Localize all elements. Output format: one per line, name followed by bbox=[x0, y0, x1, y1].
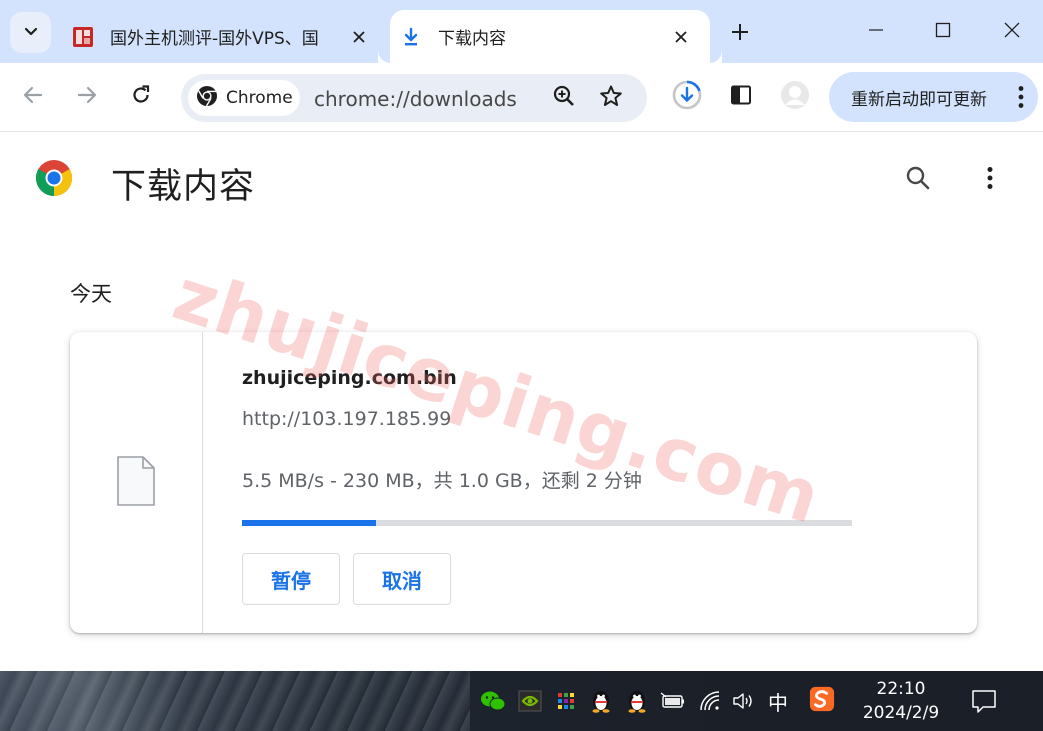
tab-zhujiceping[interactable]: 国外主机测评-国外VPS、国 bbox=[62, 10, 388, 63]
arrow-right-icon bbox=[76, 84, 98, 110]
more-vertical-icon bbox=[987, 166, 993, 194]
file-icon-column bbox=[70, 332, 203, 633]
desktop-wallpaper bbox=[0, 671, 470, 731]
download-progress-bar bbox=[242, 520, 852, 526]
chrome-logo-icon bbox=[196, 85, 218, 112]
search-icon bbox=[905, 165, 931, 195]
chevron-down-icon bbox=[23, 23, 39, 43]
zoom-button[interactable] bbox=[548, 82, 580, 114]
system-clock[interactable]: 22:10 2024/2/9 bbox=[858, 677, 944, 725]
tab-strip: 国外主机测评-国外VPS、国 下载内容 bbox=[0, 0, 1043, 63]
file-name-link[interactable]: zhujiceping.com.bin bbox=[242, 367, 457, 389]
search-downloads-button[interactable] bbox=[901, 163, 935, 197]
date-section-header: 今天 bbox=[70, 282, 112, 306]
minimize-icon bbox=[868, 22, 884, 42]
tab-search-button[interactable] bbox=[10, 12, 51, 53]
nvidia-icon[interactable] bbox=[517, 688, 543, 714]
close-window-button[interactable] bbox=[982, 14, 1042, 50]
page-menu-button[interactable] bbox=[975, 163, 1005, 197]
pause-button[interactable]: 暂停 bbox=[242, 553, 340, 605]
profile-button[interactable] bbox=[777, 79, 813, 115]
zoom-in-icon bbox=[552, 84, 576, 112]
site-info-chip[interactable]: Chrome bbox=[188, 80, 300, 116]
new-tab-button[interactable] bbox=[724, 18, 756, 50]
file-icon bbox=[116, 455, 156, 511]
update-label: 重新启动即可更新 bbox=[851, 89, 987, 110]
reload-button[interactable] bbox=[123, 79, 159, 115]
cancel-button[interactable]: 取消 bbox=[353, 553, 451, 605]
maximize-icon bbox=[935, 22, 951, 42]
back-button[interactable] bbox=[15, 79, 51, 115]
chrome-color-logo-icon bbox=[35, 159, 73, 197]
input-method-indicator[interactable]: 中 bbox=[768, 687, 788, 716]
notification-center-icon[interactable] bbox=[970, 688, 998, 716]
site-favicon-icon bbox=[72, 26, 94, 48]
avatar-icon bbox=[780, 80, 810, 114]
wechat-icon[interactable] bbox=[480, 688, 506, 714]
browser-toolbar: Chrome chrome://downloads 重新启动即可更新 bbox=[0, 63, 1043, 132]
relaunch-update-button[interactable]: 重新启动即可更新 bbox=[829, 72, 1038, 122]
color-app-icon[interactable] bbox=[553, 688, 579, 714]
arrow-left-icon bbox=[22, 84, 44, 110]
tab-title: 国外主机测评-国外VPS、国 bbox=[110, 29, 319, 49]
plus-icon bbox=[731, 23, 749, 45]
forward-button[interactable] bbox=[69, 79, 105, 115]
close-tab-icon[interactable] bbox=[666, 22, 696, 52]
side-panel-icon bbox=[729, 83, 753, 111]
clock-time: 22:10 bbox=[876, 679, 926, 699]
qq-penguin-icon[interactable] bbox=[588, 688, 614, 714]
bookmark-button[interactable] bbox=[595, 82, 627, 114]
close-tab-icon[interactable] bbox=[344, 22, 374, 52]
reload-icon bbox=[130, 84, 152, 110]
wifi-icon[interactable] bbox=[698, 688, 724, 714]
url-text[interactable]: chrome://downloads bbox=[314, 87, 517, 111]
side-panel-button[interactable] bbox=[723, 79, 759, 115]
volume-icon[interactable] bbox=[731, 688, 757, 714]
sogou-input-icon[interactable] bbox=[809, 686, 835, 712]
downloads-button[interactable] bbox=[669, 79, 705, 115]
download-progress-icon bbox=[671, 79, 703, 115]
star-icon bbox=[599, 84, 623, 112]
maximize-button[interactable] bbox=[913, 14, 973, 50]
source-url-link[interactable]: http://103.197.185.99 bbox=[242, 408, 451, 430]
qq-penguin-icon-2[interactable] bbox=[624, 688, 650, 714]
tab-title: 下载内容 bbox=[438, 29, 506, 49]
minimize-button[interactable] bbox=[846, 14, 906, 50]
download-progress-fill bbox=[242, 520, 377, 526]
download-status: 5.5 MB/s - 230 MB，共 1.0 GB，还剩 2 分钟 bbox=[242, 470, 642, 492]
tab-downloads[interactable]: 下载内容 bbox=[390, 10, 722, 63]
battery-icon[interactable] bbox=[660, 688, 686, 714]
page-title: 下载内容 bbox=[111, 167, 256, 207]
download-item-card: zhujiceping.com.bin http://103.197.185.9… bbox=[70, 332, 977, 633]
clock-date: 2024/2/9 bbox=[862, 703, 940, 723]
close-icon bbox=[1004, 22, 1020, 42]
taskbar: 中 22:10 2024/2/9 bbox=[0, 671, 1043, 731]
download-favicon-icon bbox=[400, 26, 422, 48]
omnibox[interactable]: Chrome chrome://downloads bbox=[181, 74, 647, 122]
chip-label: Chrome bbox=[226, 88, 293, 108]
more-vertical-icon bbox=[1018, 85, 1024, 114]
